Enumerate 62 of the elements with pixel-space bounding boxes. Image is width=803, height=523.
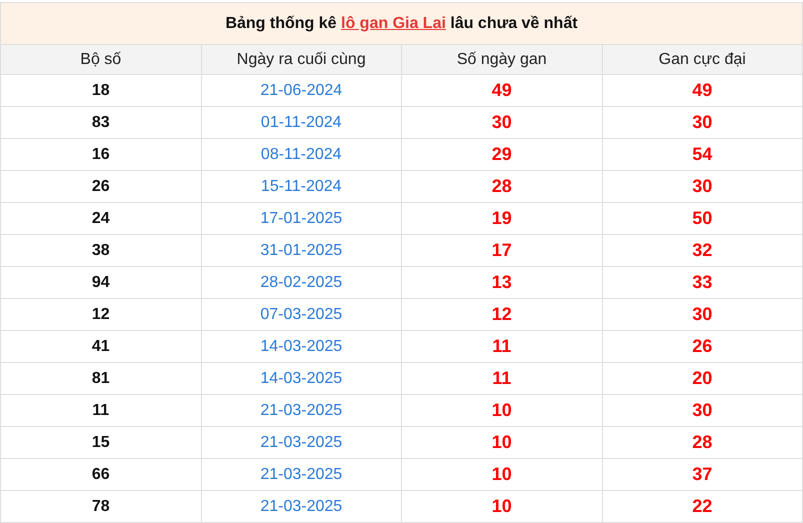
table-cell: 13 xyxy=(402,266,602,298)
column-header: Ngày ra cuối cùng xyxy=(201,44,402,74)
table-cell: 28 xyxy=(602,426,802,458)
table-cell: 66 xyxy=(0,458,201,490)
table-cell: 28-02-2025 xyxy=(201,266,402,298)
table-cell: 26 xyxy=(602,330,802,362)
table-cell: 10 xyxy=(402,490,602,522)
table-cell: 11 xyxy=(402,362,602,394)
table-cell: 41 xyxy=(0,330,201,362)
table-cell: 49 xyxy=(602,74,802,106)
table-cell: 30 xyxy=(602,394,802,426)
table-cell: 10 xyxy=(402,458,602,490)
table-cell: 17-01-2025 xyxy=(201,202,402,234)
table-cell: 49 xyxy=(402,74,602,106)
column-header: Số ngày gan xyxy=(402,44,602,74)
table-cell: 30 xyxy=(402,106,602,138)
table-cell: 18 xyxy=(0,74,201,106)
table-cell: 30 xyxy=(602,170,802,202)
table-cell: 32 xyxy=(602,234,802,266)
table-cell: 14-03-2025 xyxy=(201,330,402,362)
table-cell: 17 xyxy=(402,234,602,266)
table-cell: 78 xyxy=(0,490,201,522)
table-cell: 11 xyxy=(0,394,201,426)
table-cell: 07-03-2025 xyxy=(201,298,402,330)
table-cell: 10 xyxy=(402,426,602,458)
table-cell: 94 xyxy=(0,266,201,298)
table-cell: 33 xyxy=(602,266,802,298)
table-cell: 37 xyxy=(602,458,802,490)
table-cell: 54 xyxy=(602,138,802,170)
table-cell: 30 xyxy=(602,298,802,330)
table-cell: 83 xyxy=(0,106,201,138)
table-cell: 50 xyxy=(602,202,802,234)
table-cell: 16 xyxy=(0,138,201,170)
table-cell: 31-01-2025 xyxy=(201,234,402,266)
table-cell: 28 xyxy=(402,170,602,202)
table-cell: 21-03-2025 xyxy=(201,458,402,490)
table-cell: 19 xyxy=(402,202,602,234)
table-cell: 12 xyxy=(0,298,201,330)
column-header: Bộ số xyxy=(0,44,201,74)
column-header: Gan cực đại xyxy=(602,44,802,74)
table-title: Bảng thống kê lô gan Gia Lai lâu chưa về nhất xyxy=(0,2,802,44)
table-cell: 38 xyxy=(0,234,201,266)
table-cell: 15-11-2024 xyxy=(201,170,402,202)
table-cell: 21-06-2024 xyxy=(201,74,402,106)
table-cell: 22 xyxy=(602,490,802,522)
table-cell: 30 xyxy=(602,106,802,138)
table-cell: 81 xyxy=(0,362,201,394)
table-cell: 08-11-2024 xyxy=(201,138,402,170)
table-cell: 24 xyxy=(0,202,201,234)
table-cell: 14-03-2025 xyxy=(201,362,402,394)
table-cell: 20 xyxy=(602,362,802,394)
table-cell: 21-03-2025 xyxy=(201,490,402,522)
table-cell: 10 xyxy=(402,394,602,426)
table-cell: 26 xyxy=(0,170,201,202)
table-cell: 21-03-2025 xyxy=(201,426,402,458)
table-cell: 01-11-2024 xyxy=(201,106,402,138)
table-cell: 11 xyxy=(402,330,602,362)
table-cell: 15 xyxy=(0,426,201,458)
title-link[interactable]: lô gan Gia Lai xyxy=(341,14,446,32)
table-cell: 21-03-2025 xyxy=(201,394,402,426)
table-cell: 12 xyxy=(402,298,602,330)
table-cell: 29 xyxy=(402,138,602,170)
